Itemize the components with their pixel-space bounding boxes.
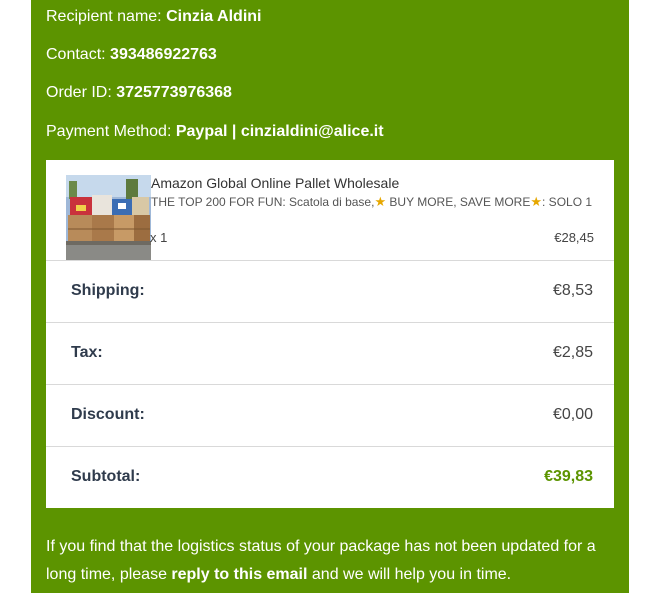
- star-icon: ★: [374, 194, 387, 209]
- product-description: THE TOP 200 FOR FUN: Scatola di base,★ B…: [151, 194, 592, 210]
- contact-label: Contact:: [46, 46, 106, 63]
- star-icon: ★: [530, 194, 543, 209]
- tax-label: Tax:: [71, 344, 103, 361]
- shipping-row: Shipping: €8,53: [46, 260, 614, 323]
- footer-message: If you find that the logistics status of…: [46, 533, 606, 589]
- order-id-value: 3725773976368: [116, 84, 232, 101]
- order-id-line: Order ID: 3725773976368: [46, 83, 232, 103]
- shipping-value: €8,53: [552, 282, 593, 299]
- tax-row: Tax: €2,85: [46, 322, 614, 385]
- payment-value: Paypal | cinzialdini@alice.it: [175, 123, 384, 140]
- reply-email-link[interactable]: reply to this email: [171, 566, 307, 583]
- tax-value: €2,85: [552, 344, 593, 361]
- discount-row: Discount: €0,00: [46, 384, 614, 447]
- shipping-label: Shipping:: [71, 282, 145, 299]
- subtotal-row: Subtotal: €39,83: [46, 446, 614, 509]
- subtotal-value: €39,83: [544, 468, 593, 485]
- product-price: €28,45: [554, 230, 594, 245]
- contact-value: 393486922763: [110, 46, 217, 63]
- product-pallet-photo: [66, 175, 151, 260]
- product-desc-part3: : SOLO 1: [542, 195, 593, 209]
- discount-label: Discount:: [71, 406, 145, 423]
- product-title[interactable]: Amazon Global Online Pallet Wholesale: [151, 175, 399, 191]
- order-summary-card: Amazon Global Online Pallet Wholesale TH…: [46, 160, 614, 508]
- product-quantity: x 1: [150, 230, 168, 245]
- product-desc-part1: THE TOP 200 FOR FUN: Scatola di base,: [151, 195, 375, 209]
- payment-label: Payment Method:: [46, 123, 172, 140]
- subtotal-label: Subtotal:: [71, 468, 141, 485]
- discount-value: €0,00: [552, 406, 593, 423]
- payment-method-line: Payment Method: Paypal | cinzialdini@ali…: [46, 122, 384, 142]
- order-id-label: Order ID:: [46, 84, 112, 101]
- contact-line: Contact: 393486922763: [46, 45, 217, 65]
- recipient-value: Cinzia Aldini: [166, 8, 262, 25]
- recipient-line: Recipient name: Cinzia Aldini: [46, 7, 261, 27]
- recipient-label: Recipient name:: [46, 8, 162, 25]
- product-desc-part2: BUY MORE, SAVE MORE: [386, 195, 531, 209]
- footer-text-after: and we will help you in time.: [307, 566, 512, 583]
